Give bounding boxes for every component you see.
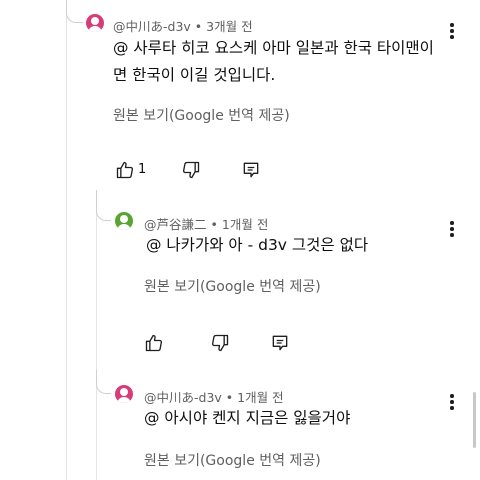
dislike-button[interactable]	[210, 333, 230, 353]
author-name[interactable]: @中川あ-d3v	[113, 19, 191, 34]
more-vert-icon[interactable]	[446, 394, 458, 412]
like-icon	[145, 334, 163, 352]
like-icon	[116, 161, 134, 179]
comment-text: @ 나카가와 아 - d3v 그것은 없다	[146, 236, 369, 254]
timestamp[interactable]: 1개월 전	[237, 390, 283, 405]
thread-line-nested	[96, 190, 97, 480]
timestamp[interactable]: 1개월 전	[222, 217, 268, 232]
dislike-icon	[182, 161, 200, 179]
comment-meta: @芦谷謙二 • 1개월 전	[144, 217, 269, 232]
reply-icon	[243, 162, 259, 178]
comment-meta: @中川あ-d3v • 3개월 전	[113, 19, 253, 34]
comment-meta: @中川あ-d3v • 1개월 전	[144, 390, 284, 405]
timestamp[interactable]: 3개월 전	[206, 19, 252, 34]
like-button[interactable]	[144, 333, 164, 353]
more-vert-icon[interactable]	[446, 23, 458, 41]
reply-icon	[272, 335, 288, 351]
more-vert-icon[interactable]	[446, 221, 458, 239]
scrollbar[interactable]	[473, 392, 476, 448]
avatar[interactable]	[115, 385, 133, 403]
see-original-link[interactable]: 원본 보기(Google 번역 제공)	[144, 450, 321, 470]
reply-connector	[66, 0, 83, 23]
dislike-icon	[211, 334, 229, 352]
reply-connector	[96, 190, 111, 221]
reply-button[interactable]	[241, 160, 261, 180]
like-count: 1	[138, 162, 147, 177]
see-original-link[interactable]: 원본 보기(Google 번역 제공)	[144, 276, 321, 296]
reply-connector	[96, 370, 111, 394]
dislike-button[interactable]	[181, 160, 201, 180]
author-name[interactable]: @芦谷謙二	[144, 217, 207, 232]
comment-text: @ 사루타 히코 요스케 아마 일본과 한국 타이맨이 면 한국이 이길 것입니…	[113, 39, 434, 84]
see-original-link[interactable]: 원본 보기(Google 번역 제공)	[113, 105, 290, 125]
avatar[interactable]	[115, 212, 133, 230]
reply-button[interactable]	[270, 333, 290, 353]
thread-line	[66, 0, 67, 480]
author-name[interactable]: @中川あ-d3v	[144, 390, 222, 405]
comment-text: @ 아시야 켄지 지금은 잃을거야	[144, 409, 351, 427]
like-button[interactable]	[115, 160, 135, 180]
avatar[interactable]	[86, 14, 104, 32]
